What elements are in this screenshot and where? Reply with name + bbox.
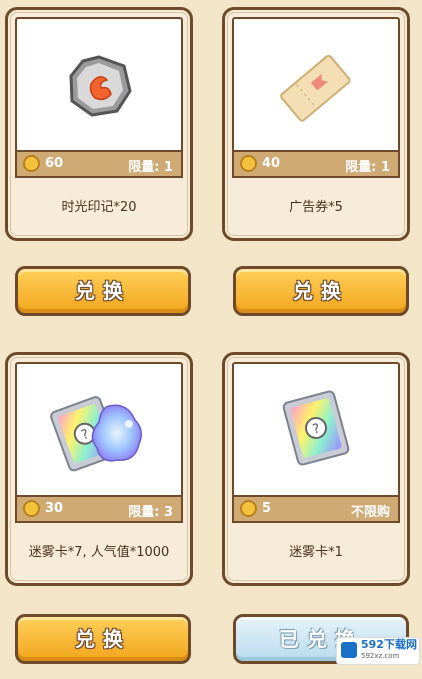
item-name: 广告券*5 [289, 200, 343, 215]
item-cost: 30 [45, 501, 64, 516]
item-limit: 不限购 [350, 505, 390, 520]
ad-ticket-icon [280, 54, 351, 122]
price-bar: 30 限量: 3 [15, 495, 183, 523]
item-limit: 限量: 1 [128, 160, 173, 175]
watermark-url: 592xz.com [361, 652, 400, 660]
item-image: ? [15, 362, 183, 495]
fog-card-icon: ? [282, 390, 350, 466]
site-watermark: 592下载网 592xz.com [336, 637, 420, 665]
coin-icon [23, 500, 40, 517]
coin-icon [240, 500, 257, 517]
redeem-button[interactable]: 兑换 [15, 266, 191, 316]
item-name: 迷雾卡*7, 人气值*1000 [28, 545, 170, 560]
fog-card-bundle-icon: ? [50, 396, 142, 472]
item-limit: 限量: 3 [128, 505, 173, 520]
item-cost: 5 [262, 501, 272, 516]
item-limit: 限量: 1 [345, 160, 390, 175]
redeem-button[interactable]: 兑换 [15, 614, 191, 664]
site-logo-icon [341, 642, 357, 658]
shop-item-card: ? 30 限量: 3 迷雾卡*7, 人气值*1000 [5, 352, 193, 586]
item-name: 迷雾卡*1 [289, 545, 343, 560]
shop-item-card: 40 限量: 1 广告券*5 [222, 7, 410, 241]
item-image [15, 17, 183, 150]
item-name: 时光印记*20 [61, 200, 137, 215]
shop-item-card: 60 限量: 1 时光印记*20 [5, 7, 193, 241]
price-bar: 5 不限购 [232, 495, 400, 523]
item-cost: 60 [45, 156, 64, 171]
coin-icon [23, 155, 40, 172]
item-image [232, 17, 400, 150]
coin-icon [240, 155, 257, 172]
price-bar: 40 限量: 1 [232, 150, 400, 178]
shop-item-card: ? 5 不限购 迷雾卡*1 [222, 352, 410, 586]
watermark-brand: 592下载网 [361, 638, 417, 651]
price-bar: 60 限量: 1 [15, 150, 183, 178]
time-stamp-token-icon [69, 55, 132, 117]
item-cost: 40 [262, 156, 281, 171]
redeem-button[interactable]: 兑换 [233, 266, 409, 316]
item-image: ? [232, 362, 400, 495]
